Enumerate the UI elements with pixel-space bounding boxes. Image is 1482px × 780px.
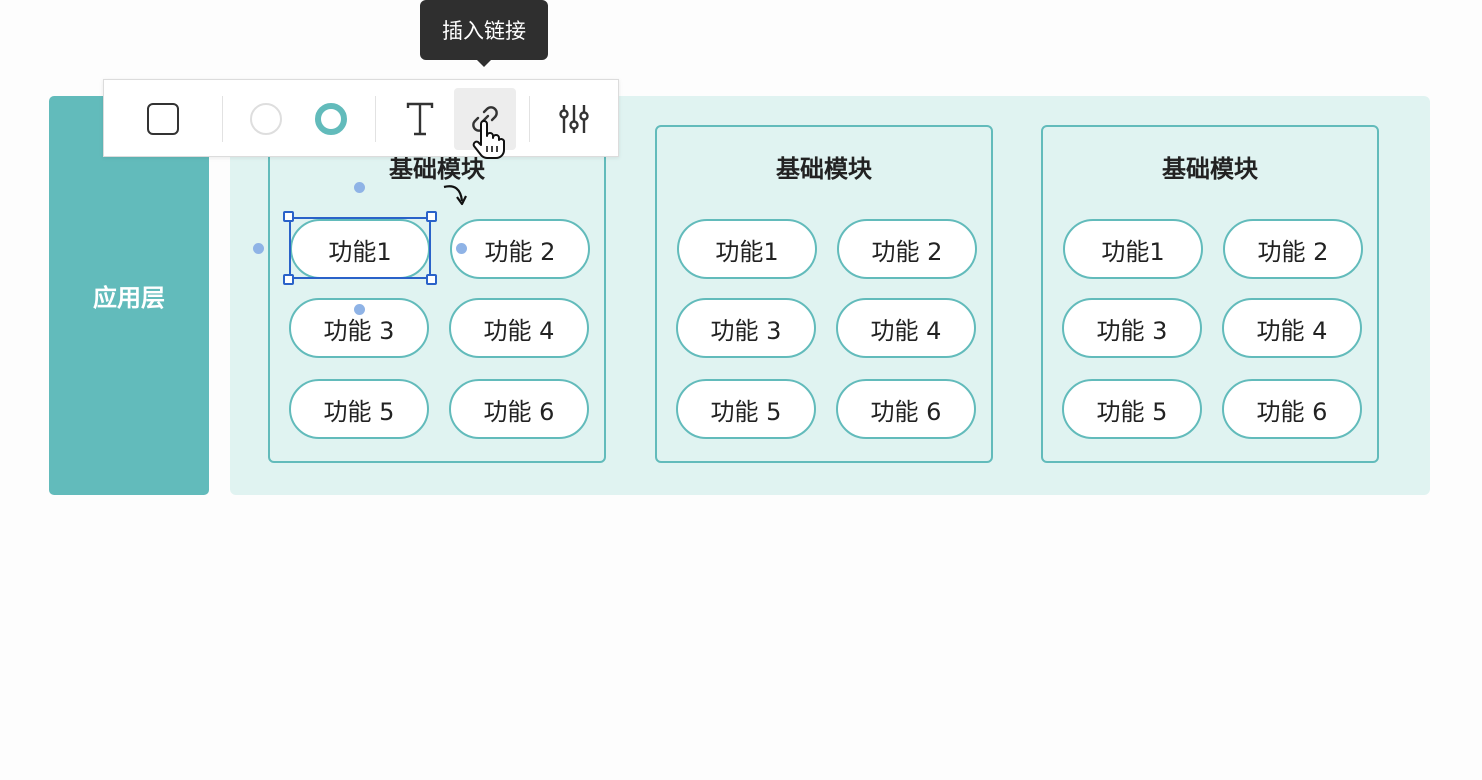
function-pill-5[interactable]: 功能 5 — [1062, 379, 1202, 439]
function-pill-6[interactable]: 功能 6 — [836, 379, 976, 439]
function-pill-1[interactable]: 功能1 — [1063, 219, 1203, 279]
link-tooltip: 插入链接 — [420, 0, 548, 60]
function-pill-4[interactable]: 功能 4 — [836, 298, 976, 358]
function-pill-3[interactable]: 功能 3 — [1062, 298, 1202, 358]
resize-handle-top-right[interactable] — [426, 211, 437, 222]
shape-toolbar — [103, 79, 619, 157]
layer-label-text: 应用层 — [93, 284, 165, 312]
function-pill-6[interactable]: 功能 6 — [1222, 379, 1362, 439]
stroke-color-button[interactable] — [300, 88, 362, 150]
fill-color-icon — [250, 103, 282, 135]
adjust-button[interactable] — [543, 88, 605, 150]
function-pill-5[interactable]: 功能 5 — [676, 379, 816, 439]
toolbar-divider — [375, 96, 376, 142]
diagram-canvas[interactable]: 应用层 基础模块 功能1 功能 2 功能 3 功能 4 功能 5 功能 6 基础… — [0, 0, 1482, 780]
connector-point-top[interactable] — [354, 182, 365, 193]
shape-style-button[interactable] — [132, 88, 194, 150]
square-shape-icon — [147, 103, 179, 135]
function-pill-2[interactable]: 功能 2 — [837, 219, 977, 279]
toolbar-divider — [529, 96, 530, 142]
function-pill-5[interactable]: 功能 5 — [289, 379, 429, 439]
module-title: 基础模块 — [1162, 155, 1258, 183]
tooltip-arrow — [477, 60, 491, 67]
adjust-icon — [559, 105, 589, 133]
function-pill-4[interactable]: 功能 4 — [1222, 298, 1362, 358]
module-card-2[interactable]: 基础模块 功能1 功能 2 功能 3 功能 4 功能 5 功能 6 — [655, 125, 993, 463]
resize-handle-bottom-right[interactable] — [426, 274, 437, 285]
rotate-handle-icon[interactable] — [440, 179, 470, 209]
pointer-hand-icon — [472, 120, 505, 159]
text-button[interactable] — [389, 88, 451, 150]
tooltip-text: 插入链接 — [442, 19, 526, 43]
function-pill-1[interactable]: 功能1 — [677, 219, 817, 279]
module-card-3[interactable]: 基础模块 功能1 功能 2 功能 3 功能 4 功能 5 功能 6 — [1041, 125, 1379, 463]
connector-point-bottom[interactable] — [354, 304, 365, 315]
fill-color-button[interactable] — [235, 88, 297, 150]
function-pill-4[interactable]: 功能 4 — [449, 298, 589, 358]
text-icon — [406, 102, 434, 136]
function-pill-3[interactable]: 功能 3 — [676, 298, 816, 358]
module-card-1[interactable]: 基础模块 功能1 功能 2 功能 3 功能 4 功能 5 功能 6 — [268, 125, 606, 463]
connector-point-right[interactable] — [456, 243, 467, 254]
stroke-color-icon — [315, 103, 347, 135]
resize-handle-top-left[interactable] — [283, 211, 294, 222]
function-pill-2[interactable]: 功能 2 — [450, 219, 590, 279]
connector-point-left[interactable] — [253, 243, 264, 254]
toolbar-divider — [222, 96, 223, 142]
module-title: 基础模块 — [776, 155, 872, 183]
function-pill-2[interactable]: 功能 2 — [1223, 219, 1363, 279]
resize-handle-bottom-left[interactable] — [283, 274, 294, 285]
function-pill-6[interactable]: 功能 6 — [449, 379, 589, 439]
function-pill-1[interactable]: 功能1 — [290, 219, 430, 279]
